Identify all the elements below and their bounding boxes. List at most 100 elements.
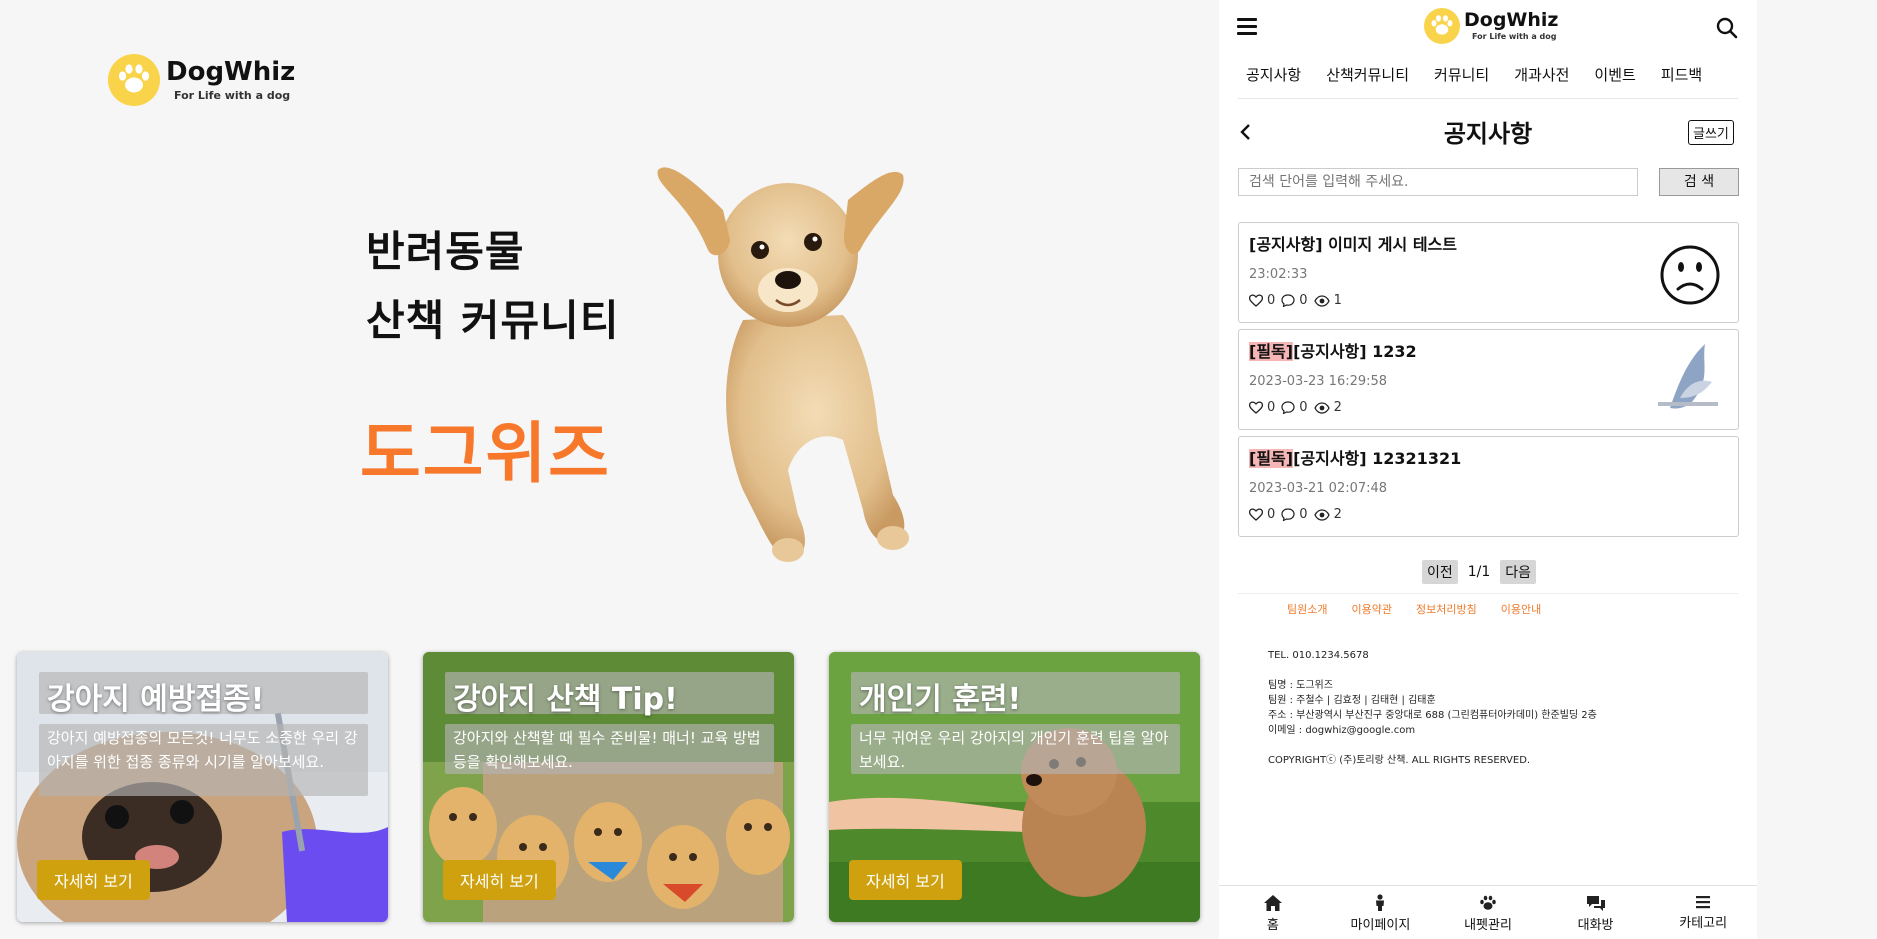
panel-logo[interactable]: DogWhiz For Life with a dog [1424, 8, 1558, 44]
bottom-nav-label: 내펫관리 [1464, 918, 1512, 933]
logo-brand: DogWhiz [166, 56, 296, 87]
bottom-nav-label: 마이페이지 [1350, 918, 1411, 933]
footer-link-team[interactable]: 팀원소개 [1287, 601, 1327, 617]
nav-walk-community[interactable]: 산책커뮤니티 [1326, 64, 1409, 85]
hamburger-icon[interactable] [1237, 18, 1257, 39]
footer-members: 팀원 : 주철수 | 김효정 | 김태현 | 김태훈 [1268, 695, 1436, 706]
footer-link-guide[interactable]: 이용안내 [1501, 601, 1541, 617]
nav-feedback[interactable]: 피드백 [1661, 64, 1702, 85]
footer-team-name: 팀명 : 도그위즈 [1268, 680, 1333, 691]
logo-brand: DogWhiz [1464, 9, 1559, 31]
top-nav: 공지사항 산책커뮤니티 커뮤니티 개과사전 이벤트 피드백 [1246, 64, 1702, 85]
paw-icon [1480, 895, 1496, 910]
post-stats: 0 0 2 [1249, 400, 1348, 415]
puppy-illustration [657, 167, 909, 562]
comment-icon [1281, 508, 1295, 521]
heart-icon [1249, 294, 1263, 307]
nav-notice[interactable]: 공지사항 [1246, 64, 1301, 85]
left-logo[interactable]: DogWhiz For Life with a dog [108, 54, 295, 106]
post-thumbnail [1650, 338, 1726, 422]
person-icon [1376, 894, 1385, 911]
footer-link-terms[interactable]: 이용약관 [1351, 601, 1391, 617]
comment-icon [1281, 401, 1295, 414]
eye-icon [1313, 294, 1330, 307]
post-time: 23:02:33 [1249, 267, 1308, 282]
views-count: 2 [1333, 400, 1342, 415]
bottom-nav-pet[interactable]: 내펫관리 [1434, 886, 1542, 939]
sad-face-icon [1660, 245, 1720, 305]
page-title: 공지사항 [1443, 120, 1533, 148]
card-title: 강아지 예방접종! [47, 682, 265, 717]
card-more-button[interactable]: 자세히 보기 [37, 860, 150, 900]
footer-copyright: COPYRIGHTⓒ (주)토리랑 산책. ALL RIGHTS RESERVE… [1268, 755, 1531, 766]
bottom-nav: 홈 마이페이지 내펫관리 대화방 카테고리 [1219, 885, 1757, 939]
heart-icon [1249, 401, 1263, 414]
bottom-nav-label: 대화방 [1577, 918, 1614, 933]
next-page-button[interactable]: 다음 [1500, 560, 1537, 584]
heart-icon [1249, 508, 1263, 521]
nav-dog-dictionary[interactable]: 개과사전 [1514, 64, 1569, 85]
footer-tel: TEL. 010.1234.5678 [1268, 650, 1369, 661]
search-icon[interactable] [1716, 17, 1738, 39]
prev-page-button[interactable]: 이전 [1422, 560, 1458, 584]
search-input[interactable] [1238, 168, 1638, 196]
logo-tagline: For Life with a dog [174, 88, 291, 102]
footer-links: 팀원소개 이용약관 정보처리방침 이용안내 [1287, 601, 1541, 617]
post-title-text: [공지사항] 12321321 [1293, 449, 1462, 468]
list-item[interactable]: [필독][공지사항] 12321321 2023-03-21 02:07:48 … [1238, 436, 1739, 537]
list-item[interactable]: [필독][공지사항] 1232 2023-03-23 16:29:58 0 0 … [1238, 329, 1739, 430]
footer-link-privacy[interactable]: 정보처리방침 [1416, 601, 1477, 617]
bottom-nav-chat[interactable]: 대화방 [1542, 886, 1650, 939]
comments-count: 0 [1299, 507, 1308, 522]
home-icon [1263, 895, 1282, 911]
footer-info: TEL. 010.1234.5678 팀명 : 도그위즈 팀원 : 주철수 | … [1268, 648, 1597, 768]
card-more-button[interactable]: 자세히 보기 [849, 860, 962, 900]
views-count: 2 [1333, 507, 1342, 522]
hero-line-2: 산책 커뮤니티 [366, 296, 620, 345]
post-title: [필독][공지사항] 12321321 [1249, 445, 1461, 469]
bottom-nav-mypage[interactable]: 마이페이지 [1327, 886, 1435, 939]
post-stats: 0 0 1 [1249, 293, 1348, 308]
post-title-text: [공지사항] 이미지 게시 테스트 [1249, 235, 1457, 254]
comments-count: 0 [1299, 400, 1308, 415]
card-vaccination[interactable]: 강아지 예방접종! 강아지 예방접종의 모든것! 너무도 소중한 우리 강아지를… [17, 652, 388, 922]
card-walk-tip[interactable]: 강아지 산책 Tip! 강아지와 산책할 때 필수 준비물! 매너! 교육 방법… [423, 652, 794, 922]
footer-address: 주소 : 부산광역시 부산진구 중앙대로 688 (그린컴퓨터아카데미) 한준빌… [1268, 710, 1597, 721]
post-title: [필독][공지사항] 1232 [1249, 338, 1417, 362]
right-gutter [1757, 0, 1877, 939]
pagination: 이전 1/1 다음 [1422, 560, 1537, 584]
views-count: 1 [1333, 293, 1342, 308]
card-desc: 강아지 예방접종의 모든것! 너무도 소중한 우리 강아지를 위한 접종 종류와… [39, 724, 368, 796]
eye-icon [1313, 508, 1330, 521]
nav-event[interactable]: 이벤트 [1594, 64, 1635, 85]
logo-tagline: For Life with a dog [1472, 32, 1557, 41]
write-button[interactable]: 글쓰기 [1688, 120, 1734, 145]
post-stats: 0 0 2 [1249, 507, 1348, 522]
bottom-nav-label: 카테고리 [1679, 916, 1728, 931]
bottom-nav-home[interactable]: 홈 [1219, 886, 1327, 939]
hero-brand-ko: 도그위즈 [360, 415, 611, 492]
card-training[interactable]: 개인기 훈련! 너무 귀여운 우리 강아지의 개인기 훈련 팁을 알아보세요. … [829, 652, 1200, 922]
likes-count: 0 [1267, 507, 1276, 522]
comment-icon [1281, 294, 1295, 307]
post-title: [공지사항] 이미지 게시 테스트 [1249, 231, 1457, 255]
paw-logo-icon [108, 54, 160, 106]
bottom-nav-category[interactable]: 카테고리 [1649, 886, 1757, 939]
post-title-text: [공지사항] 1232 [1293, 342, 1417, 361]
likes-count: 0 [1267, 293, 1276, 308]
post-time: 2023-03-21 02:07:48 [1249, 481, 1388, 496]
page-indicator: 1/1 [1467, 564, 1491, 580]
card-more-button[interactable]: 자세히 보기 [443, 860, 556, 900]
list-item[interactable]: [공지사항] 이미지 게시 테스트 23:02:33 0 0 1 [1238, 222, 1739, 323]
nav-community[interactable]: 커뮤니티 [1434, 64, 1489, 85]
divider [1238, 593, 1738, 594]
hero-line-1: 반려동물 [366, 227, 525, 276]
mobile-panel: DogWhiz For Life with a dog 공지사항 산책커뮤니티 … [1219, 0, 1757, 939]
chat-bubbles-icon [1586, 896, 1605, 911]
menu-icon [1696, 896, 1711, 909]
divider [1238, 98, 1738, 99]
post-time: 2023-03-23 16:29:58 [1249, 374, 1388, 389]
card-title: 개인기 훈련! [859, 682, 1022, 717]
paw-logo-icon [1424, 8, 1460, 44]
search-button[interactable]: 검 색 [1659, 168, 1739, 196]
